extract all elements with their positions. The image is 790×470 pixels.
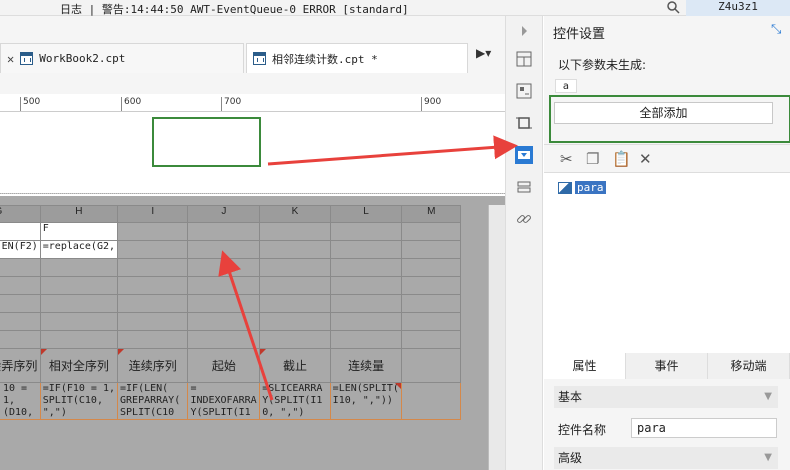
header-cell[interactable]: 连续序列 bbox=[117, 348, 189, 383]
cpt-file-icon bbox=[20, 52, 34, 65]
cell[interactable]: =replace(G2, bbox=[39, 240, 119, 259]
comment-marker bbox=[118, 349, 125, 355]
cell[interactable] bbox=[0, 222, 41, 241]
cell[interactable] bbox=[117, 222, 189, 241]
column-header[interactable]: K bbox=[259, 205, 331, 223]
list-item[interactable]: para bbox=[558, 181, 606, 194]
cell[interactable] bbox=[329, 240, 403, 259]
close-icon[interactable]: ✕ bbox=[7, 52, 14, 66]
widget-name-input[interactable]: para bbox=[631, 418, 777, 438]
panel-title: 控件设置 bbox=[553, 27, 606, 42]
widget-name-label: 控件名称 bbox=[558, 423, 607, 437]
widget-settings-panel: 控件设置 ⤡ 以下参数未生成: a 全部添加 ✂ ❐ 📋 ✕ para 属性 事… bbox=[544, 16, 790, 470]
cell[interactable]: EN(F2) bbox=[0, 240, 41, 259]
chevron-down-icon: ▼ bbox=[764, 391, 772, 402]
search-icon[interactable] bbox=[666, 0, 680, 14]
column-header[interactable]: J bbox=[187, 205, 261, 223]
vertical-scrollbar[interactable] bbox=[488, 205, 505, 470]
label-widget-icon[interactable] bbox=[515, 178, 533, 196]
tab-attributes[interactable]: 属性 bbox=[544, 353, 626, 379]
layout-grid-icon[interactable] bbox=[515, 50, 533, 68]
cell[interactable] bbox=[187, 222, 261, 241]
copy-icon[interactable]: ❐ bbox=[586, 150, 599, 168]
tab-active-report[interactable]: 相邻连续计数.cpt * bbox=[246, 43, 468, 73]
cell[interactable] bbox=[259, 240, 331, 259]
cell[interactable] bbox=[187, 240, 261, 259]
cell[interactable] bbox=[401, 240, 461, 259]
column-header[interactable]: H bbox=[39, 205, 119, 223]
header-cell[interactable]: 起始 bbox=[187, 348, 261, 383]
parameter-panel-canvas[interactable] bbox=[0, 112, 505, 194]
status-bar: 日志 | 警告:14:44:50 AWT-EventQueue-0 ERROR … bbox=[0, 0, 790, 16]
parameter-list: para bbox=[544, 172, 790, 368]
formula-cell[interactable]: =LEN(SPLIT( I10, ",")) bbox=[329, 382, 403, 420]
cell[interactable] bbox=[329, 222, 403, 241]
tab-label: WorkBook2.cpt bbox=[39, 52, 126, 65]
frame-icon[interactable] bbox=[515, 114, 533, 132]
comment-marker bbox=[395, 383, 401, 389]
formula-cell[interactable]: =IF(LEN( GREPARRAY( SPLIT(C10 bbox=[117, 382, 189, 420]
formula-cell[interactable] bbox=[401, 382, 461, 420]
formula-cell[interactable]: 10 = 1, (D10, bbox=[0, 382, 41, 420]
cell-table[interactable]: G H I J K L M F EN(F2) =replace(G2, bbox=[0, 205, 461, 420]
highlight-box-canvas bbox=[152, 117, 261, 167]
formula-cell[interactable]: =SLICEARRA Y(SPLIT(I1 0, ",") bbox=[259, 382, 331, 420]
section-basic[interactable]: 基本 ▼ bbox=[554, 386, 778, 408]
header-cell[interactable] bbox=[401, 348, 461, 383]
tab-workbook2[interactable]: ✕ WorkBook2.cpt bbox=[0, 43, 244, 73]
tab-events[interactable]: 事件 bbox=[626, 353, 708, 379]
ruler-tick: 500 bbox=[20, 97, 40, 111]
ruler-tick: 600 bbox=[121, 97, 141, 111]
column-header[interactable]: M bbox=[401, 205, 461, 223]
ungenerated-hint: 以下参数未生成: bbox=[558, 58, 647, 72]
form-icon[interactable] bbox=[515, 82, 533, 100]
header-cell[interactable]: 连续量 bbox=[329, 348, 403, 383]
spreadsheet-grid[interactable]: G H I J K L M F EN(F2) =replace(G2, bbox=[0, 196, 505, 470]
pin-icon[interactable]: ⤡ bbox=[771, 22, 781, 37]
ruler-tick: 700 bbox=[221, 97, 241, 111]
header-cell[interactable]: 截止 bbox=[259, 348, 331, 383]
column-header[interactable]: L bbox=[329, 205, 403, 223]
dropdown-widget-icon[interactable] bbox=[515, 146, 533, 164]
parameter-icon bbox=[558, 181, 572, 194]
collapse-arrow-icon[interactable] bbox=[515, 22, 533, 40]
horizontal-ruler: 500 600 700 900 bbox=[0, 94, 505, 112]
tab-bar: ✕ WorkBook2.cpt 相邻连续计数.cpt * ▶▾ bbox=[0, 16, 505, 94]
cell[interactable] bbox=[401, 222, 461, 241]
comment-marker bbox=[260, 349, 267, 355]
parameter-tag[interactable]: a bbox=[555, 79, 577, 93]
comment-marker bbox=[41, 349, 47, 355]
section-advanced[interactable]: 高级 ▼ bbox=[554, 447, 778, 469]
header-cell[interactable]: 绘弄序列 bbox=[0, 348, 41, 383]
chevron-down-icon: ▼ bbox=[764, 452, 772, 463]
paste-icon[interactable]: 📋 bbox=[612, 150, 631, 168]
highlight-box-panel bbox=[549, 95, 790, 143]
delete-icon[interactable]: ✕ bbox=[639, 150, 652, 168]
formula-cell[interactable]: = INDEXOFARRA Y(SPLIT(I1 bbox=[187, 382, 261, 420]
cell[interactable]: F bbox=[39, 222, 119, 241]
tab-label: 相邻连续计数.cpt * bbox=[272, 52, 378, 66]
user-badge[interactable]: Z4u3z1 bbox=[686, 0, 790, 16]
cell[interactable] bbox=[259, 222, 331, 241]
column-header[interactable]: G bbox=[0, 205, 41, 223]
parameter-toolbar: ✂ ❐ 📋 ✕ bbox=[544, 144, 790, 172]
column-header[interactable]: I bbox=[117, 205, 189, 223]
link-icon[interactable] bbox=[515, 210, 533, 228]
tab-mobile[interactable]: 移动端 bbox=[708, 353, 790, 379]
property-tabs: 属性 事件 移动端 bbox=[544, 353, 790, 379]
cpt-file-icon bbox=[253, 52, 266, 65]
tab-list-icon[interactable]: ▶▾ bbox=[476, 46, 491, 60]
cell[interactable] bbox=[117, 240, 189, 259]
formula-cell[interactable]: =IF(F10 = 1, SPLIT(C10, ",") bbox=[39, 382, 119, 420]
cut-icon[interactable]: ✂ bbox=[560, 150, 573, 168]
header-cell[interactable]: 相对全序列 bbox=[39, 348, 119, 383]
log-message: 日志 | 警告:14:44:50 AWT-EventQueue-0 ERROR … bbox=[60, 3, 409, 16]
widget-toolbar bbox=[505, 16, 543, 470]
ruler-tick: 900 bbox=[421, 97, 441, 111]
parameter-name: para bbox=[575, 181, 606, 194]
